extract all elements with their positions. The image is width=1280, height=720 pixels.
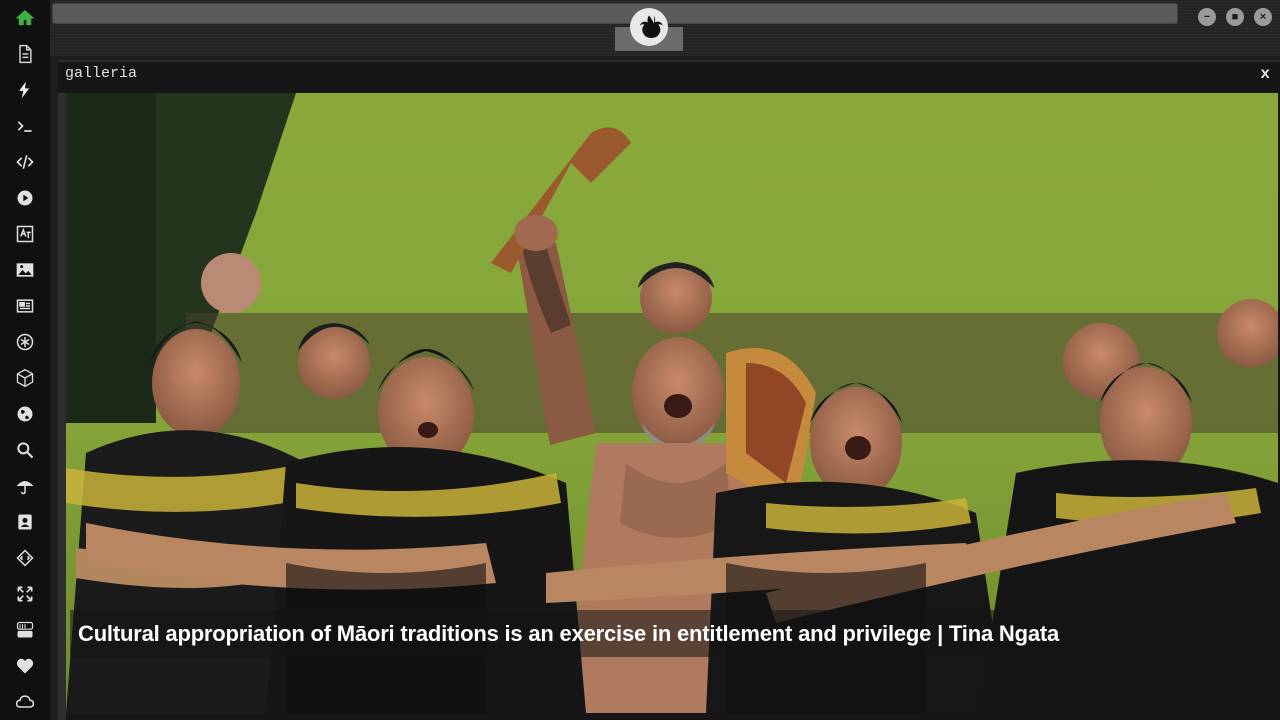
window-left-rail [58, 93, 66, 720]
image-caption: Cultural appropriation of Māori traditio… [70, 610, 1068, 657]
rebel-alliance-logo-icon [630, 8, 668, 46]
heart-icon[interactable] [13, 654, 37, 678]
close-button[interactable]: × [1254, 8, 1272, 26]
left-sidebar [0, 0, 50, 720]
image-icon[interactable] [13, 258, 37, 282]
search-icon[interactable] [13, 438, 37, 462]
asterisk-icon[interactable] [13, 330, 37, 354]
youtube-icon[interactable] [13, 618, 37, 642]
globe-icon[interactable] [13, 402, 37, 426]
lightning-icon[interactable] [13, 78, 37, 102]
code-icon[interactable] [13, 150, 37, 174]
window-close-button[interactable]: x [1260, 65, 1270, 83]
home-icon[interactable] [13, 6, 37, 30]
cloud-icon[interactable] [13, 690, 37, 714]
minimize-button[interactable]: − [1198, 8, 1216, 26]
newspaper-icon[interactable] [13, 294, 37, 318]
umbrella-icon[interactable] [13, 474, 37, 498]
expand-icon[interactable] [13, 582, 37, 606]
gallery-image[interactable]: Cultural appropriation of Māori traditio… [66, 93, 1278, 713]
code-diamond-icon[interactable] [13, 546, 37, 570]
contact-card-icon[interactable] [13, 510, 37, 534]
caption-text: Cultural appropriation of Māori traditio… [78, 620, 1060, 646]
terminal-icon[interactable] [13, 114, 37, 138]
cube-icon[interactable] [13, 366, 37, 390]
maximize-button[interactable]: ■ [1226, 8, 1244, 26]
play-icon[interactable] [13, 186, 37, 210]
address-bar[interactable] [52, 3, 1178, 24]
document-icon[interactable] [13, 42, 37, 66]
window-title: galleria [65, 65, 138, 82]
translate-icon[interactable] [13, 222, 37, 246]
